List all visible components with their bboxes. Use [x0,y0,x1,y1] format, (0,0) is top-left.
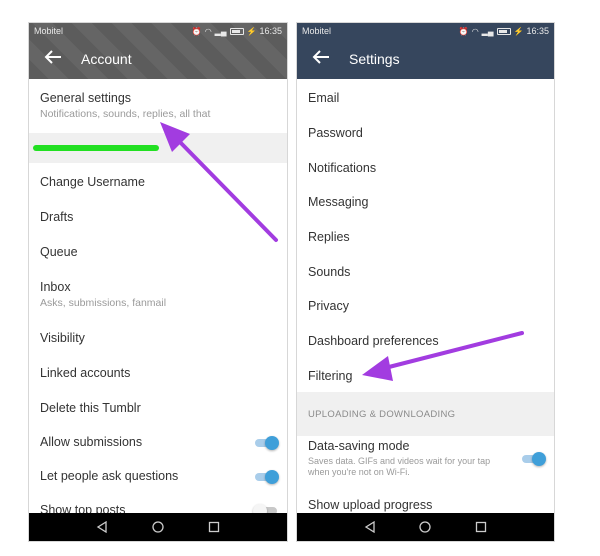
back-arrow-icon[interactable] [309,47,333,67]
page-title: Account [81,51,132,67]
wifi-icon: ◠ [471,26,479,36]
change-username-item[interactable]: Change Username [29,175,287,189]
dashboard-preferences-label: Dashboard preferences [308,334,439,348]
dashboard-preferences-item[interactable]: Dashboard preferences [297,334,554,348]
general-settings-item[interactable]: General settings Notifications, sounds, … [29,91,287,120]
drafts-label: Drafts [40,210,74,224]
password-label: Password [308,126,363,140]
battery-icon [496,27,511,35]
let-people-ask-row[interactable]: Let people ask questions [29,469,287,484]
right-phone-screen: Mobitel ⏰ ◠ ▂▄ ⚡ 16:35 Settings Email Pa… [296,22,555,542]
data-saving-label: Data-saving mode [308,439,410,453]
general-settings-label: General settings [40,91,132,105]
android-nav-bar [29,513,287,541]
sounds-item[interactable]: Sounds [297,265,554,279]
let-people-ask-label: Let people ask questions [40,469,179,483]
status-icons: ⏰ ◠ ▂▄ ⚡ 16:35 [192,26,282,36]
nav-home-icon[interactable] [418,520,432,534]
visibility-label: Visibility [40,331,85,345]
nav-back-icon[interactable] [95,520,109,534]
delete-tumblr-label: Delete this Tumblr [40,401,141,415]
filtering-item[interactable]: Filtering [297,369,554,383]
notifications-item[interactable]: Notifications [297,161,554,175]
messaging-label: Messaging [308,195,369,209]
left-phone-screen: Mobitel ⏰ ◠ ▂▄ ⚡ 16:35 Account General s… [28,22,288,542]
charging-icon: ⚡ [246,26,257,36]
uploading-downloading-header: UPLOADING & DOWNLOADING [308,409,456,420]
allow-submissions-label: Allow submissions [40,435,143,449]
inbox-subtitle: Asks, submissions, fanmail [40,297,167,309]
visibility-item[interactable]: Visibility [29,331,287,345]
let-people-ask-toggle[interactable] [255,470,279,484]
signal-icon: ▂▄ [214,26,227,36]
status-icons: ⏰ ◠ ▂▄ ⚡ 16:35 [459,26,549,36]
battery-icon [229,27,244,35]
privacy-item[interactable]: Privacy [297,299,554,313]
change-username-label: Change Username [40,175,145,189]
allow-submissions-row[interactable]: Allow submissions [29,435,287,450]
email-label: Email [308,91,340,105]
notifications-label: Notifications [308,161,377,175]
status-bar: Mobitel ⏰ ◠ ▂▄ ⚡ 16:35 [29,23,287,39]
nav-home-icon[interactable] [151,520,165,534]
sounds-label: Sounds [308,265,351,279]
linked-accounts-label: Linked accounts [40,366,131,380]
allow-submissions-toggle[interactable] [255,436,279,450]
section-divider [29,133,287,163]
wifi-icon: ◠ [204,26,212,36]
alarm-icon: ⏰ [458,26,469,36]
data-saving-toggle[interactable] [522,452,546,466]
carrier-label: Mobitel [302,26,332,36]
privacy-label: Privacy [308,299,349,313]
toggle-knob [265,436,279,450]
password-item[interactable]: Password [297,126,554,140]
data-saving-row[interactable]: Data-saving mode Saves data. GIFs and vi… [297,439,554,478]
show-upload-progress-label: Show upload progress [308,498,433,512]
queue-label: Queue [40,245,78,259]
messaging-item[interactable]: Messaging [297,195,554,209]
toggle-knob [265,470,279,484]
nav-recents-icon[interactable] [207,520,221,534]
drafts-item[interactable]: Drafts [29,210,287,224]
page-title: Settings [349,51,400,67]
inbox-item[interactable]: Inbox Asks, submissions, fanmail [29,280,287,309]
queue-item[interactable]: Queue [29,245,287,259]
general-settings-subtitle: Notifications, sounds, replies, all that [40,108,211,120]
carrier-label: Mobitel [34,26,64,36]
android-nav-bar [297,513,554,541]
nav-back-icon[interactable] [363,520,377,534]
status-bar: Mobitel ⏰ ◠ ▂▄ ⚡ 16:35 [297,23,554,39]
nav-recents-icon[interactable] [474,520,488,534]
linked-accounts-item[interactable]: Linked accounts [29,366,287,380]
inbox-label: Inbox [40,280,71,294]
account-app-bar: Mobitel ⏰ ◠ ▂▄ ⚡ 16:35 Account [29,23,287,79]
charging-icon: ⚡ [513,26,524,36]
delete-tumblr-item[interactable]: Delete this Tumblr [29,401,287,415]
data-saving-subtitle: Saves data. GIFs and videos wait for you… [308,456,491,477]
alarm-icon: ⏰ [191,26,202,36]
back-arrow-icon[interactable] [41,47,65,67]
status-time: 16:35 [259,26,282,36]
settings-app-bar: Mobitel ⏰ ◠ ▂▄ ⚡ 16:35 Settings [297,23,554,79]
signal-icon: ▂▄ [481,26,494,36]
replies-item[interactable]: Replies [297,230,554,244]
replies-label: Replies [308,230,350,244]
show-upload-progress-row[interactable]: Show upload progress [297,498,554,512]
email-item[interactable]: Email [297,91,554,105]
status-time: 16:35 [526,26,549,36]
filtering-label: Filtering [308,369,353,383]
toggle-knob [532,452,546,466]
